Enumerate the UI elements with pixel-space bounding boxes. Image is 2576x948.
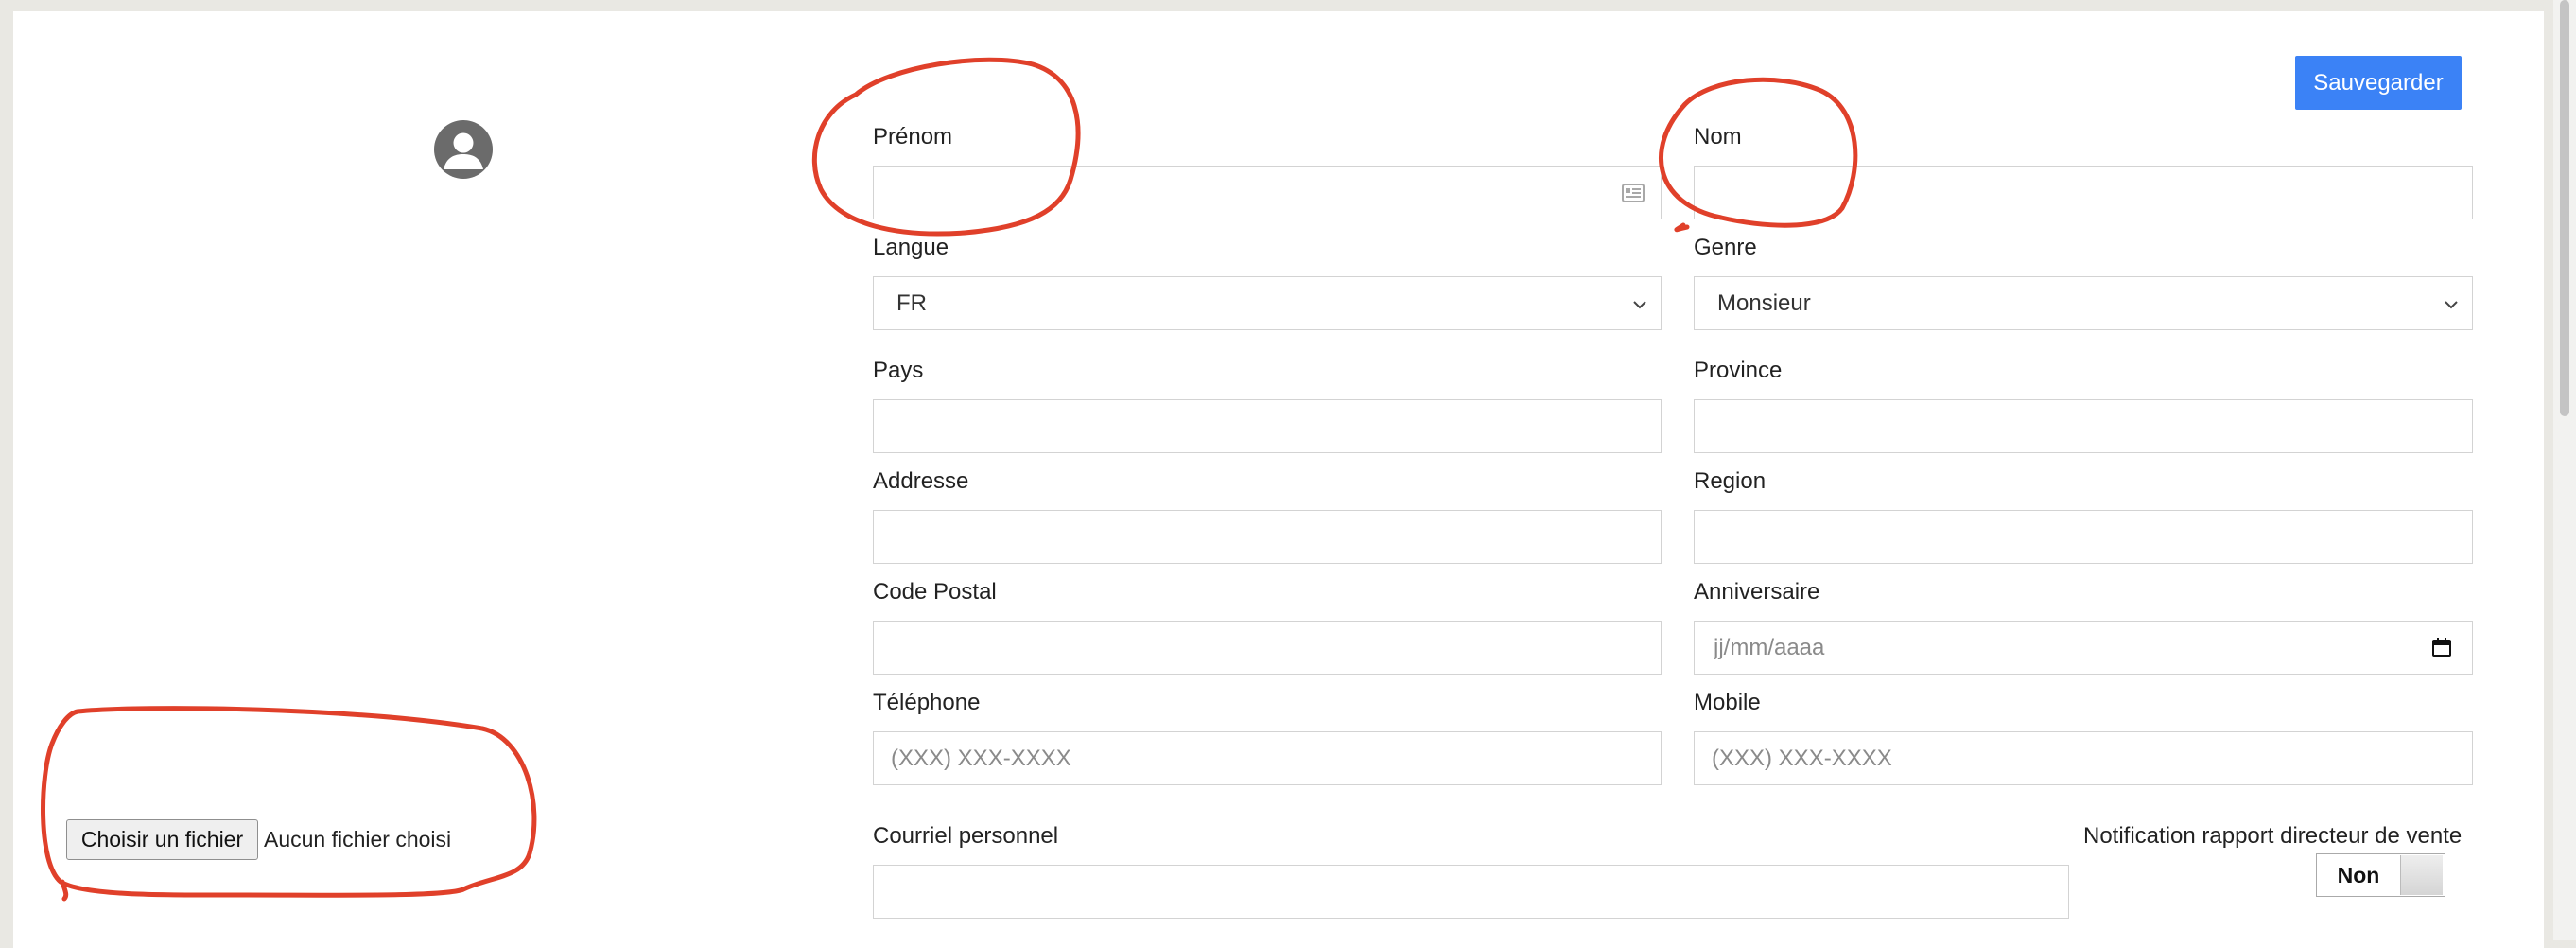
code-postal-input[interactable]: [873, 621, 1662, 675]
langue-selected-value: FR: [896, 290, 927, 316]
nom-input[interactable]: [1694, 166, 2473, 219]
contact-card-icon[interactable]: [1622, 184, 1645, 202]
courriel-input[interactable]: [873, 865, 2069, 919]
mobile-input[interactable]: [1694, 731, 2473, 785]
mobile-label: Mobile: [1694, 690, 1761, 715]
prenom-label: Prénom: [873, 124, 953, 149]
pays-input[interactable]: [873, 399, 1662, 453]
scrollbar-thumb[interactable]: [2560, 0, 2569, 416]
province-input[interactable]: [1694, 399, 2473, 453]
pays-label: Pays: [873, 358, 924, 383]
profile-card: [13, 11, 2544, 948]
langue-select[interactable]: FR: [873, 276, 1662, 330]
notification-toggle[interactable]: Non: [2316, 853, 2445, 897]
nom-label: Nom: [1694, 124, 1742, 149]
toggle-state-label: Non: [2337, 863, 2380, 887]
addresse-label: Addresse: [873, 468, 969, 494]
region-input[interactable]: [1694, 510, 2473, 564]
save-button[interactable]: Sauvegarder: [2295, 56, 2462, 110]
genre-selected-value: Monsieur: [1717, 290, 1811, 316]
langue-label: Langue: [873, 235, 949, 260]
chevron-down-icon: [1630, 294, 1649, 313]
calendar-icon[interactable]: [2431, 637, 2452, 658]
addresse-input[interactable]: [873, 510, 1662, 564]
courriel-label: Courriel personnel: [873, 823, 1059, 849]
anniversaire-date-input[interactable]: [1694, 621, 2473, 675]
province-label: Province: [1694, 358, 1783, 383]
telephone-input[interactable]: [873, 731, 1662, 785]
file-status-text: Aucun fichier choisi: [264, 827, 452, 851]
toggle-knob: [2400, 855, 2443, 895]
region-label: Region: [1694, 468, 1767, 494]
telephone-label: Téléphone: [873, 690, 981, 715]
avatar-icon: [434, 120, 493, 179]
genre-select[interactable]: Monsieur: [1694, 276, 2473, 330]
choose-file-button[interactable]: Choisir un fichier: [66, 819, 258, 860]
chevron-down-icon: [2442, 294, 2461, 313]
anniversaire-label: Anniversaire: [1694, 579, 1820, 605]
prenom-input[interactable]: [873, 166, 1662, 219]
code-postal-label: Code Postal: [873, 579, 997, 605]
notification-label: Notification rapport directeur de vente: [2083, 823, 2463, 849]
genre-label: Genre: [1694, 235, 1757, 260]
